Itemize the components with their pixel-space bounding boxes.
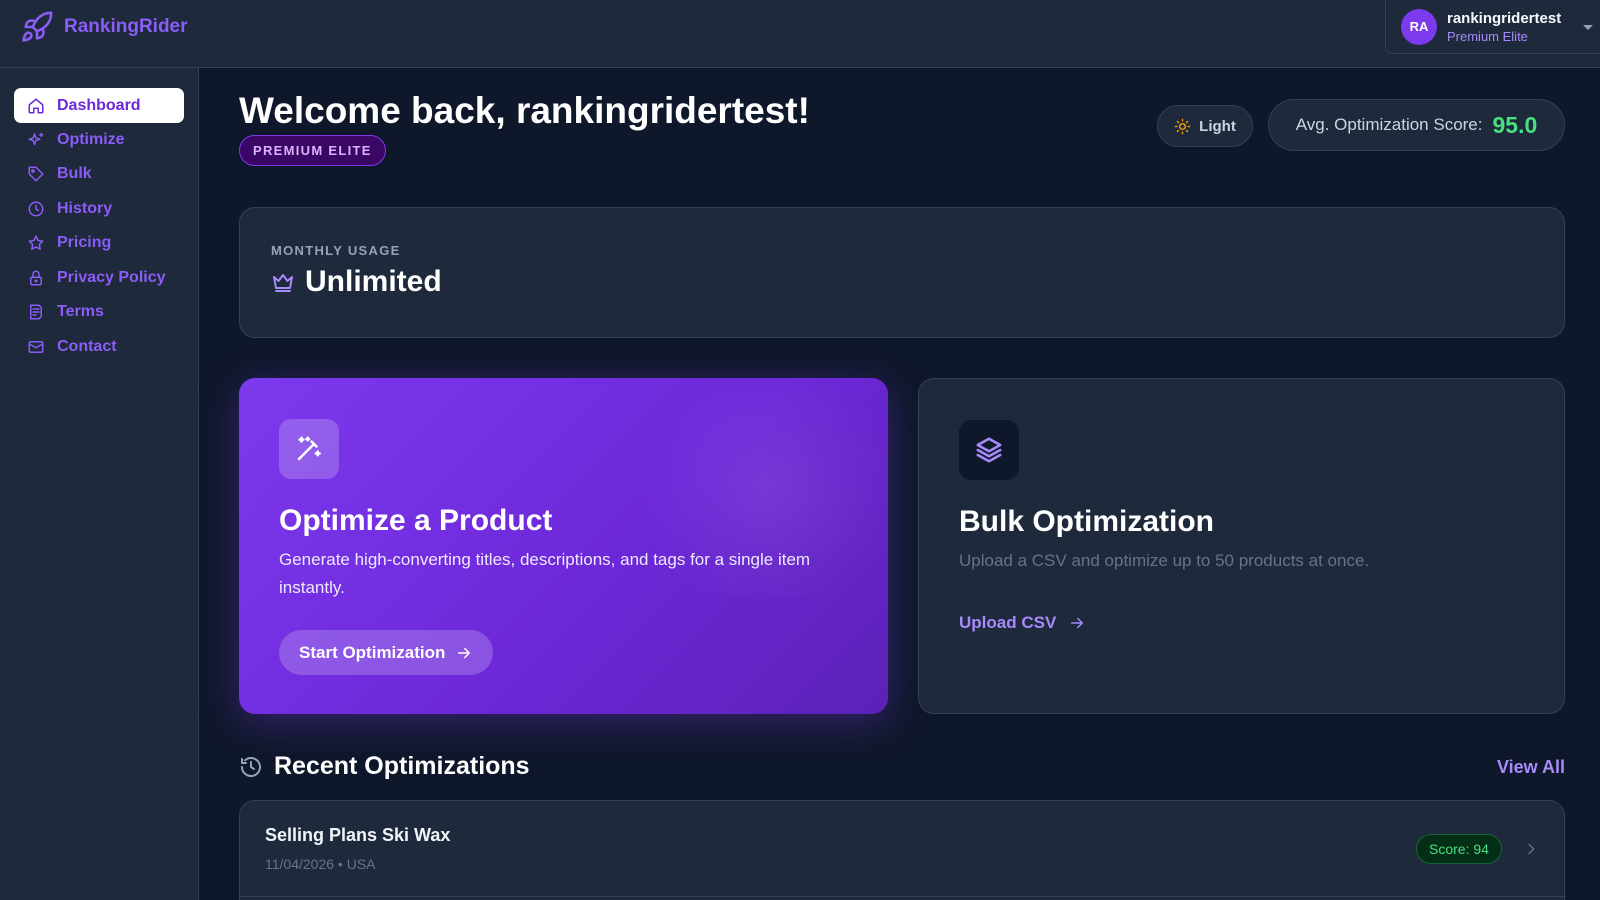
sidebar-item-optimize[interactable]: Optimize [14, 122, 184, 157]
theme-toggle-button[interactable]: Light [1157, 105, 1253, 147]
bulk-card-description: Upload a CSV and optimize up to 50 produ… [959, 551, 1370, 570]
sidebar-item-label: Terms [57, 302, 104, 320]
sidebar-item-label: Pricing [57, 233, 112, 251]
score-value: 95.0 [1492, 111, 1538, 138]
recent-optimizations-title: Recent Optimizations [274, 752, 530, 780]
optimize-card-description: Generate high-converting titles, descrip… [279, 550, 811, 597]
upload-csv-link[interactable]: Upload CSV [959, 613, 1086, 633]
mail-icon [28, 340, 44, 353]
bulk-optimization-card[interactable]: Bulk Optimization Upload a CSV and optim… [918, 378, 1565, 714]
sidebar-item-label: Optimize [57, 130, 125, 148]
sidebar-item-terms[interactable]: Terms [14, 294, 184, 329]
recent-optimizations-list: Selling Plans Ski Wax 11/04/2026 • USA S… [239, 800, 1566, 900]
history-icon [241, 757, 261, 777]
brand-logo[interactable]: RankingRider [20, 10, 188, 44]
sidebar-item-privacy-policy[interactable]: Privacy Policy [14, 260, 184, 295]
optimize-product-card[interactable]: Optimize a Product Generate high-convert… [239, 378, 888, 714]
start-optimization-button[interactable]: Start Optimization [279, 630, 494, 675]
usage-label: MONTHLY USAGE [271, 243, 401, 258]
sun-icon [1174, 118, 1191, 134]
avg-score-pill: Avg. Optimization Score: 95.0 [1268, 99, 1565, 151]
sidebar-item-dashboard[interactable]: Dashboard [14, 88, 184, 123]
theme-toggle-label: Light [1199, 117, 1236, 135]
optimize-card-title: Optimize a Product [279, 504, 553, 537]
avatar: RA [1401, 8, 1437, 45]
list-item-title: Selling Plans Ski Wax [265, 825, 451, 845]
sidebar-item-contact[interactable]: Contact [14, 329, 184, 364]
list-item-meta: 11/04/2026 • USA [265, 856, 376, 872]
sidebar-item-label: History [57, 199, 113, 217]
card-icon-container [279, 419, 339, 479]
user-plan: Premium Elite [1447, 28, 1528, 44]
brand-name: RankingRider [64, 16, 188, 37]
sidebar-item-label: Contact [57, 337, 117, 355]
crown-icon [273, 274, 293, 292]
page-title: Welcome back, rankingridertest! [239, 90, 810, 131]
monthly-usage-card: MONTHLY USAGE Unlimited [239, 207, 1565, 338]
caret-down-icon [1583, 25, 1593, 30]
sidebar-item-label: Bulk [57, 164, 92, 182]
sidebar-item-label: Dashboard [57, 96, 141, 114]
top-bar: RankingRider RA rankingridertest Premium… [0, 0, 1600, 68]
sidebar-item-bulk[interactable]: Bulk [14, 156, 184, 191]
chevron-right-icon [1528, 843, 1535, 855]
user-menu[interactable]: RA rankingridertest Premium Elite [1385, 0, 1600, 54]
rocket-icon [22, 11, 53, 42]
list-item[interactable]: Selling Plans Ski Wax 11/04/2026 • USA S… [240, 801, 1566, 897]
score-badge: Score: 94 [1416, 834, 1502, 864]
sidebar-item-history[interactable]: History [14, 191, 184, 226]
layers-icon [976, 437, 1002, 463]
document-icon [30, 304, 42, 319]
view-all-link[interactable]: View All [1497, 757, 1565, 778]
recent-optimizations-header: Recent Optimizations View All [239, 752, 1565, 786]
usage-value: Unlimited [305, 265, 442, 298]
clock-icon [28, 201, 44, 216]
sidebar-item-label: Privacy Policy [57, 268, 166, 286]
lock-icon [30, 270, 42, 285]
tag-icon [28, 166, 44, 181]
bulk-card-title: Bulk Optimization [959, 505, 1214, 538]
sidebar-item-pricing[interactable]: Pricing [14, 225, 184, 260]
star-icon [28, 235, 44, 250]
start-optimization-label: Start Optimization [299, 642, 446, 662]
arrow-right-icon [1071, 617, 1084, 629]
home-icon [28, 98, 44, 113]
score-label: Avg. Optimization Score: [1295, 115, 1483, 134]
sidebar: Dashboard Optimize Bulk History Pricing … [0, 68, 199, 900]
arrow-right-icon [458, 647, 471, 658]
plan-badge: PREMIUM ELITE [239, 135, 386, 166]
user-name: rankingridertest [1447, 9, 1562, 27]
upload-csv-label: Upload CSV [959, 613, 1057, 632]
card-icon-container [959, 420, 1019, 480]
sparkles-icon [28, 132, 44, 145]
magic-wand-icon [297, 436, 321, 461]
